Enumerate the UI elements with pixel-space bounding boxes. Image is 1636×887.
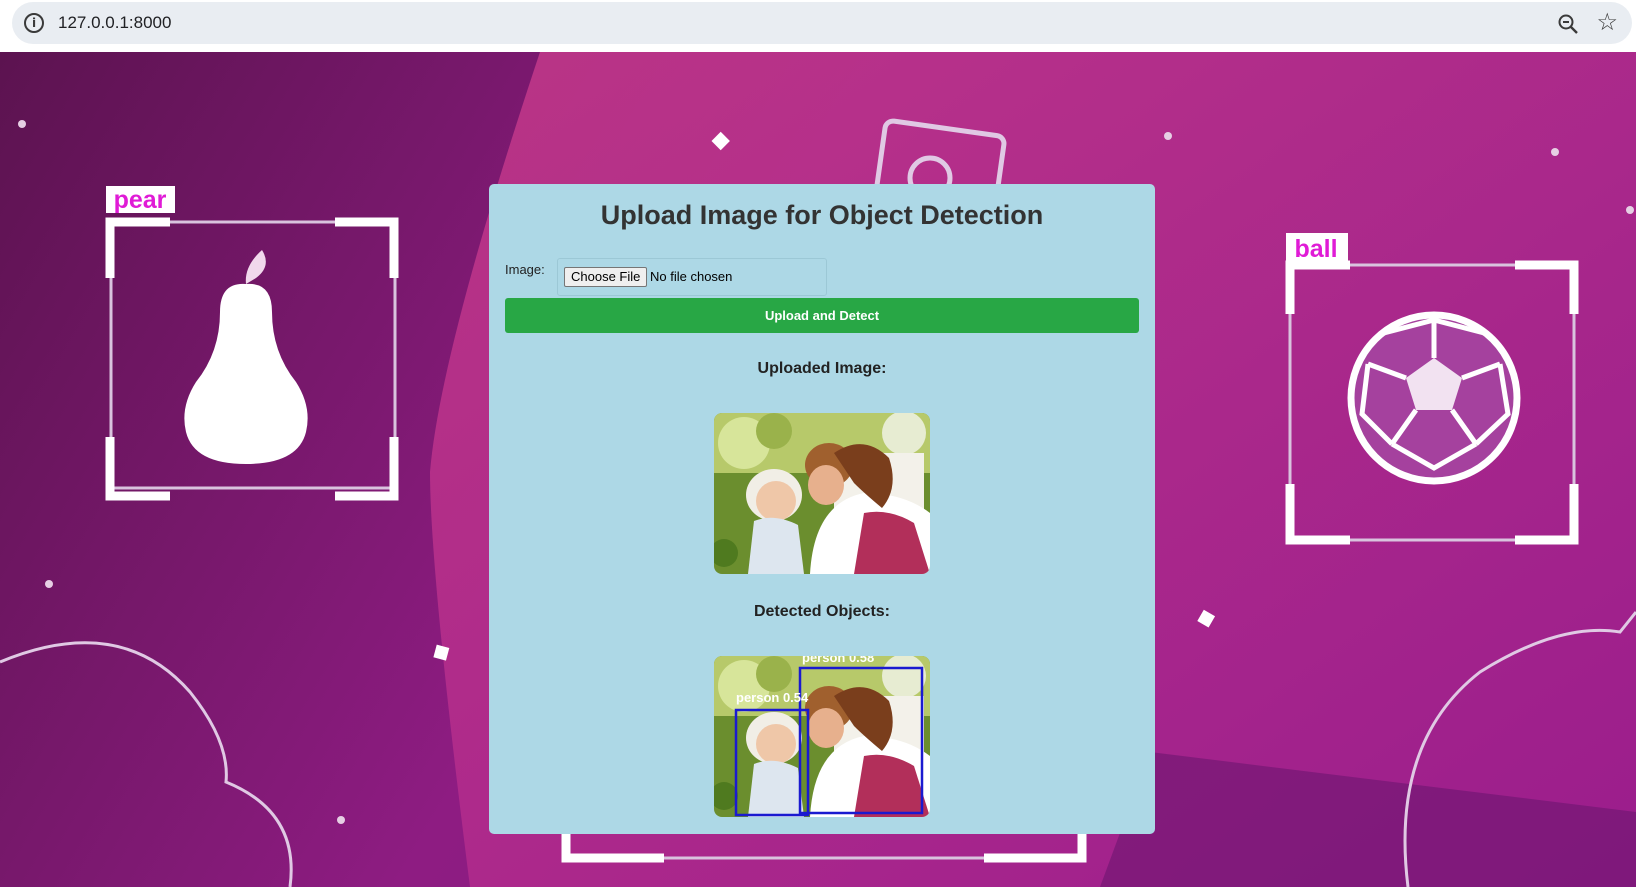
uploaded-image-heading: Uploaded Image: xyxy=(757,360,887,377)
upload-card: Upload Image for Object Detection Image:… xyxy=(489,184,1155,834)
detection-label-woman: person 0.58 xyxy=(802,656,874,665)
choose-file-button[interactable]: Choose File xyxy=(564,267,648,287)
detected-image: person 0.54 person 0.58 xyxy=(714,656,930,817)
file-input[interactable]: Choose File No file chosen xyxy=(557,258,827,296)
detection-label-baby: person 0.54 xyxy=(736,690,809,705)
pear-label: pear xyxy=(114,186,167,214)
star-icon[interactable]: ☆ xyxy=(1596,11,1618,35)
address-bar[interactable]: i 127.0.0.1:8000 ☆ xyxy=(12,2,1632,44)
detected-objects-heading: Detected Objects: xyxy=(753,603,891,620)
ball-label: ball xyxy=(1294,235,1337,263)
uploaded-image xyxy=(714,413,930,574)
upload-and-detect-button[interactable]: Upload and Detect xyxy=(505,298,1139,333)
url-text[interactable]: 127.0.0.1:8000 xyxy=(58,13,171,33)
info-icon[interactable]: i xyxy=(24,13,44,33)
file-status-text: No file chosen xyxy=(650,269,733,284)
page-title: Upload Image for Object Detection xyxy=(600,200,1044,230)
browser-chrome: i 127.0.0.1:8000 ☆ xyxy=(0,0,1636,52)
image-label: Image: xyxy=(505,262,545,277)
zoom-icon[interactable] xyxy=(1556,12,1580,36)
